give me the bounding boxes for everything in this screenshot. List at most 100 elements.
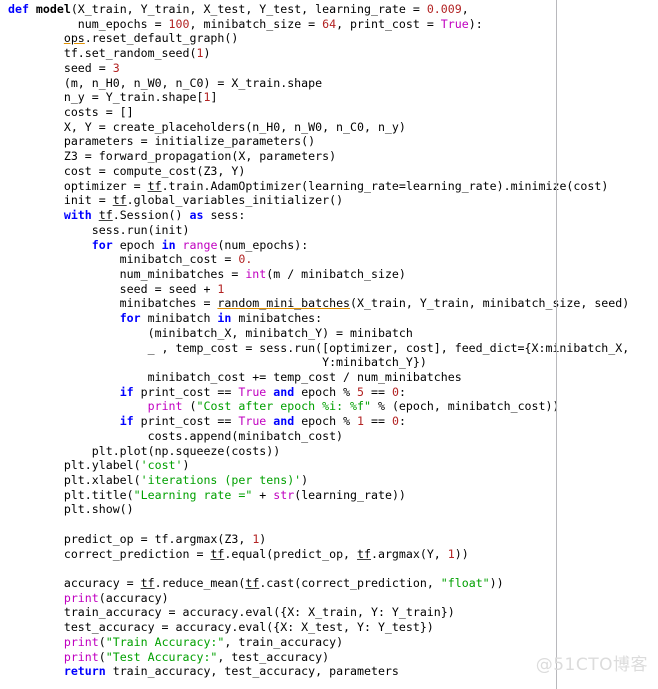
code-token: 1 [447,546,455,561]
code-token: print_cost == [133,414,239,429]
code-line[interactable]: print(accuracy) [0,591,658,606]
code-line[interactable]: def model(X_train, Y_train, X_test, Y_te… [0,2,658,17]
code-token: , test_accuracy) [217,649,330,664]
code-token: print [63,649,99,664]
code-line[interactable]: for epoch in range(num_epochs): [0,238,658,253]
code-line[interactable]: costs = [] [0,105,658,120]
code-token: .equal(predict_op, [224,546,358,561]
code-token: num_minibatches = [8,266,246,281]
code-token: ) [203,46,211,61]
code-editor[interactable]: def model(X_train, Y_train, X_test, Y_te… [0,0,658,689]
code-line[interactable]: plt.show() [0,502,658,517]
code-token: "Learning rate =" [133,487,253,502]
code-line[interactable]: Y:minibatch_Y}) [0,355,658,370]
code-token: .Session() [112,208,190,223]
code-token: cost = compute_cost(Z3, Y) [8,163,246,178]
code-line[interactable]: print("Train Accuracy:", train_accuracy) [0,635,658,650]
code-token: if [119,384,134,399]
code-token: True [238,384,267,399]
code-line[interactable]: tf.set_random_seed(1) [0,46,658,61]
code-content[interactable]: def model(X_train, Y_train, X_test, Y_te… [0,0,658,679]
code-token: "float" [440,576,490,591]
code-token: plt.ylabel( [8,458,141,473]
code-line[interactable]: accuracy = tf.reduce_mean(tf.cast(correc… [0,576,658,591]
code-line[interactable] [0,561,658,576]
code-line[interactable]: init = tf.global_variables_initializer() [0,193,658,208]
code-line[interactable]: with tf.Session() as sess: [0,208,658,223]
code-line[interactable] [0,517,658,532]
code-token: 100 [168,16,190,31]
code-line[interactable]: num_minibatches = int(m / minibatch_size… [0,267,658,282]
code-line[interactable]: ops.reset_default_graph() [0,31,658,46]
code-token: print_cost == [133,384,239,399]
code-token: tf [112,193,127,208]
column-ruler-line [556,0,557,689]
code-token: (m / minibatch_size) [266,266,406,281]
code-token: (minibatch_X, minibatch_Y) = minibatch [8,325,413,340]
code-token: epoch % [294,414,358,429]
code-line[interactable]: plt.title("Learning rate =" + str(learni… [0,488,658,503]
code-line[interactable]: costs.append(minibatch_cost) [0,429,658,444]
code-line[interactable]: return train_accuracy, test_accuracy, pa… [0,664,658,679]
code-line[interactable]: print("Test Accuracy:", test_accuracy) [0,650,658,665]
code-line[interactable]: _ , temp_cost = sess.run([optimizer, cos… [0,341,658,356]
code-line[interactable]: test_accuracy = accuracy.eval({X: X_test… [0,620,658,635]
code-line[interactable]: parameters = initialize_parameters() [0,134,658,149]
code-token: for [91,237,113,252]
code-token: "Cost after epoch %i: %f" [196,399,371,414]
code-token: True [238,414,267,429]
code-line[interactable]: plt.xlabel('iterations (per tens)') [0,473,658,488]
code-line[interactable]: sess.run(init) [0,223,658,238]
code-token: train_accuracy = accuracy.eval({X: X_tra… [8,605,455,620]
code-line[interactable]: train_accuracy = accuracy.eval({X: X_tra… [0,605,658,620]
code-line[interactable]: (m, n_H0, n_W0, n_C0) = X_train.shape [0,76,658,91]
code-token: minibatches: [231,311,323,326]
code-token: n_y = Y_train.shape[ [8,90,204,105]
code-token: 'cost' [140,458,183,473]
code-line[interactable]: X, Y = create_placeholders(n_H0, n_W0, n… [0,120,658,135]
code-token: 0 [391,384,399,399]
code-token: , train_accuracy) [224,634,344,649]
code-line[interactable]: if print_cost == True and epoch % 1 == 0… [0,414,658,429]
code-line[interactable]: for minibatch in minibatches: [0,311,658,326]
code-line[interactable]: minibatch_cost = 0. [0,252,658,267]
code-token: and [273,384,295,399]
code-token: print [63,634,99,649]
code-token: == [364,414,392,429]
code-token: 5 [357,384,365,399]
code-line[interactable]: correct_prediction = tf.equal(predict_op… [0,547,658,562]
code-token: tf [210,546,225,561]
code-line[interactable]: if print_cost == True and epoch % 5 == 0… [0,385,658,400]
code-token: X, Y = create_placeholders(n_H0, n_W0, n… [8,119,406,134]
code-line[interactable]: plt.ylabel('cost') [0,458,658,473]
code-token: as [189,208,204,223]
code-line[interactable]: seed = 3 [0,61,658,76]
code-token: plt.show() [8,502,134,517]
code-token: ( [98,634,106,649]
code-line[interactable]: print ("Cost after epoch %i: %f" % (epoc… [0,399,658,414]
code-line[interactable]: cost = compute_cost(Z3, Y) [0,164,658,179]
code-token: tf [147,178,162,193]
code-token: tf.set_random_seed( [8,46,197,61]
code-line[interactable]: num_epochs = 100, minibatch_size = 64, p… [0,17,658,32]
code-token: ) [259,531,267,546]
code-token: ): [468,16,483,31]
code-token: seed = seed + [8,281,218,296]
code-line[interactable]: (minibatch_X, minibatch_Y) = minibatch [0,326,658,341]
code-token: Y:minibatch_Y}) [8,355,427,370]
code-line[interactable]: minibatch_cost += temp_cost / num_miniba… [0,370,658,385]
code-line[interactable]: optimizer = tf.train.AdamOptimizer(learn… [0,179,658,194]
code-line[interactable]: n_y = Y_train.shape[1] [0,90,658,105]
code-token: ) [182,458,190,473]
code-line[interactable]: minibatches = random_mini_batches(X_trai… [0,296,658,311]
code-line[interactable]: predict_op = tf.argmax(Z3, 1) [0,532,658,547]
code-line[interactable]: Z3 = forward_propagation(X, parameters) [0,149,658,164]
code-token: tf [140,576,155,591]
code-token: , [461,2,469,16]
code-line[interactable]: seed = seed + 1 [0,282,658,297]
code-line[interactable]: plt.plot(np.squeeze(costs)) [0,444,658,459]
code-token: 3 [112,60,120,75]
code-token: : [398,414,406,429]
